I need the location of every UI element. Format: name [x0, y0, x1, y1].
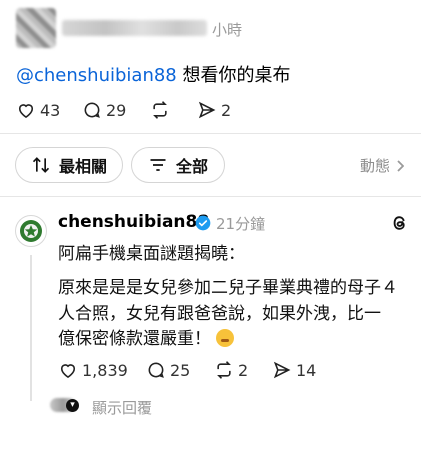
reply-share-count: 14 — [296, 360, 317, 380]
sort-dropdown[interactable]: 最相關 — [15, 147, 123, 183]
chevron-right-icon — [397, 159, 405, 172]
author-name-blurred[interactable] — [62, 20, 207, 36]
filter-icon — [150, 159, 166, 171]
reply-avatar[interactable] — [15, 215, 47, 247]
thread-line — [30, 255, 32, 401]
reply-timestamp: 21分鐘 — [216, 215, 266, 233]
post-timestamp: 小時 — [212, 21, 243, 39]
share-button[interactable]: 2 — [197, 100, 231, 120]
reply-text-line: 人合照，女兒有跟爸爸說，如果外洩，比一 — [58, 304, 381, 324]
reply-repost-count: 2 — [238, 360, 249, 380]
repost-icon — [217, 361, 231, 379]
reply-like-button[interactable]: 1,839 — [58, 360, 128, 380]
reply-text-line: 億保密條款還嚴重！ — [58, 327, 235, 351]
share-icon — [198, 101, 216, 119]
reply-like-count: 1,839 — [82, 360, 128, 380]
activity-link[interactable]: 動態 — [360, 155, 405, 176]
comment-icon — [148, 362, 164, 378]
show-replies-link[interactable]: 顯示回覆 — [92, 397, 152, 418]
reply-text-line: 原來是是是女兒參加二兒子畢業典禮的母子４ — [58, 278, 398, 298]
reply-username[interactable]: chenshuibian88 — [58, 212, 209, 232]
post-body: 想看你的桌布 — [176, 65, 291, 86]
comment-button[interactable]: 29 — [82, 100, 126, 120]
filter-dropdown[interactable]: 全部 — [131, 147, 225, 183]
reply-repost-button[interactable]: 2 — [214, 360, 248, 380]
chevron-down-icon: ▾ — [66, 399, 79, 412]
repost-icon — [153, 101, 167, 119]
repost-button[interactable] — [150, 100, 174, 120]
avatar-logo-icon — [20, 220, 42, 242]
divider — [0, 196, 421, 197]
emoji-icon — [216, 329, 235, 347]
like-count: 43 — [40, 100, 61, 120]
comment-count: 29 — [106, 100, 127, 120]
reply-share-button[interactable]: 14 — [272, 360, 316, 380]
comment-icon — [84, 102, 100, 118]
reply-comment-count: 25 — [170, 360, 191, 380]
post-text: @chenshuibian88 想看你的桌布 — [16, 64, 291, 88]
mention-link[interactable]: @chenshuibian88 — [16, 65, 177, 86]
heart-icon — [60, 364, 76, 379]
like-button[interactable]: 43 — [16, 100, 60, 120]
reply-text-end: 億保密條款還嚴重！ — [58, 329, 211, 349]
activity-label: 動態 — [360, 157, 391, 175]
share-count: 2 — [221, 100, 232, 120]
filter-label: 全部 — [175, 157, 208, 176]
reply-text-line: 阿扁手機桌面謎題揭曉： — [58, 244, 245, 264]
share-icon — [273, 361, 291, 379]
author-avatar[interactable] — [16, 8, 56, 48]
sort-icon — [32, 157, 50, 173]
verified-badge-icon — [195, 215, 211, 231]
threads-icon — [393, 216, 405, 230]
reply-comment-button[interactable]: 25 — [146, 360, 190, 380]
sort-label: 最相關 — [58, 157, 107, 176]
divider — [0, 133, 421, 134]
heart-icon — [18, 104, 34, 119]
